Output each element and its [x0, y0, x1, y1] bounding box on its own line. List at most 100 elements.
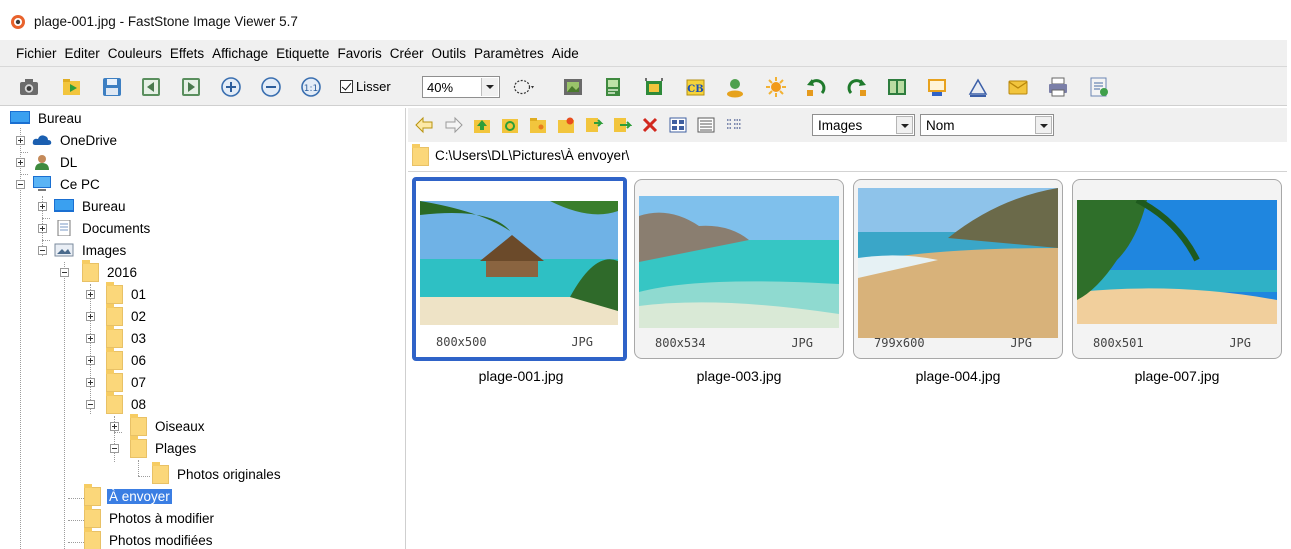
- tree-item-oiseaux[interactable]: Oiseaux: [110, 413, 207, 436]
- print-icon[interactable]: [1047, 76, 1069, 98]
- previous-icon[interactable]: [140, 76, 162, 98]
- tree-item-07[interactable]: 07: [86, 369, 148, 392]
- text-icon[interactable]: CB: [684, 76, 706, 98]
- tree-item-06[interactable]: 06: [86, 347, 148, 370]
- collapse-icon[interactable]: [86, 400, 95, 409]
- open-folder-icon[interactable]: [61, 76, 83, 98]
- camera-icon[interactable]: [18, 76, 40, 98]
- path-bar[interactable]: C:\Users\DL\Pictures\À envoyer\: [408, 142, 1287, 172]
- tree-item-ce-pc[interactable]: Ce PC: [16, 174, 102, 194]
- collapse-icon[interactable]: [60, 268, 69, 277]
- zoom-out-icon[interactable]: [260, 76, 282, 98]
- smooth-checkbox-box[interactable]: [340, 80, 353, 93]
- user-icon[interactable]: [724, 76, 746, 98]
- expand-icon[interactable]: [86, 312, 95, 321]
- menu-etiquette[interactable]: Etiquette: [272, 46, 333, 61]
- menu-affichage[interactable]: Affichage: [208, 46, 272, 61]
- thumbnail-filename[interactable]: plage-003.jpg: [634, 368, 844, 384]
- forward-icon[interactable]: [444, 115, 464, 135]
- thumbnail-card[interactable]: 800x501 JPG: [1072, 179, 1282, 359]
- chevron-down-icon[interactable]: [896, 116, 913, 134]
- expand-icon[interactable]: [86, 356, 95, 365]
- menu-parametres[interactable]: Paramètres: [470, 46, 548, 61]
- tree-item-dl[interactable]: DL: [16, 152, 79, 172]
- effects-icon[interactable]: [765, 76, 787, 98]
- tree-item-08[interactable]: 08: [86, 391, 148, 414]
- expand-icon[interactable]: [38, 202, 47, 211]
- tree-item-2016[interactable]: 2016: [60, 259, 139, 282]
- save-icon[interactable]: [101, 76, 123, 98]
- menu-creer[interactable]: Créer: [386, 46, 428, 61]
- menu-outils[interactable]: Outils: [427, 46, 470, 61]
- resize-icon[interactable]: [602, 76, 624, 98]
- collapse-icon[interactable]: [110, 444, 119, 453]
- settings-icon[interactable]: [1088, 76, 1110, 98]
- zoom-in-icon[interactable]: [220, 76, 242, 98]
- collapse-icon[interactable]: [38, 246, 47, 255]
- parent-folder-icon[interactable]: [472, 115, 492, 135]
- filmstrip-icon[interactable]: [562, 76, 584, 98]
- slideshow-icon[interactable]: [926, 76, 948, 98]
- chevron-down-icon[interactable]: [481, 78, 498, 96]
- thumbnail-filename[interactable]: plage-007.jpg: [1072, 368, 1282, 384]
- copy-to-icon[interactable]: [584, 115, 604, 135]
- tree-item-02[interactable]: 02: [86, 303, 148, 326]
- menu-effets[interactable]: Effets: [166, 46, 208, 61]
- refresh-icon[interactable]: [500, 115, 520, 135]
- tree-item-plages[interactable]: Plages: [110, 435, 198, 458]
- back-icon[interactable]: [414, 115, 434, 135]
- tree-item-bureau-pc[interactable]: Bureau: [38, 196, 128, 216]
- folder-star-icon[interactable]: [556, 115, 576, 135]
- thumbnail-card[interactable]: 799x600 JPG: [853, 179, 1063, 359]
- expand-icon[interactable]: [86, 334, 95, 343]
- tree-item-onedrive[interactable]: OneDrive: [16, 130, 119, 150]
- rotate-right-icon[interactable]: [846, 76, 868, 98]
- folder-tree[interactable]: Bureau OneDrive DL Ce PC Bureau Document…: [8, 108, 406, 549]
- thumbnail-card[interactable]: 800x534 JPG: [634, 179, 844, 359]
- view-list-icon[interactable]: [696, 115, 716, 135]
- thumbnail-filename[interactable]: plage-004.jpg: [853, 368, 1063, 384]
- new-folder-icon[interactable]: [528, 115, 548, 135]
- delete-icon[interactable]: [640, 115, 660, 135]
- expand-icon[interactable]: [86, 378, 95, 387]
- next-icon[interactable]: [180, 76, 202, 98]
- compare-icon[interactable]: [886, 76, 908, 98]
- path-value[interactable]: C:\Users\DL\Pictures\À envoyer\: [435, 148, 629, 163]
- select-ellipse-icon[interactable]: [512, 76, 534, 98]
- tree-item-a-envoyer[interactable]: À envoyer: [84, 483, 172, 506]
- tree-item-bureau[interactable]: Bureau: [10, 108, 84, 128]
- menu-editer[interactable]: Editer: [61, 46, 104, 61]
- menu-fichier[interactable]: Fichier: [12, 46, 61, 61]
- view-thumbnails-icon[interactable]: [668, 115, 688, 135]
- tree-item-photos-a-modifier[interactable]: Photos à modifier: [84, 505, 216, 528]
- collapse-icon[interactable]: [16, 180, 25, 189]
- email-icon[interactable]: [1007, 76, 1029, 98]
- file-filter-select[interactable]: Images: [812, 114, 915, 136]
- tree-item-images[interactable]: Images: [38, 240, 128, 260]
- tree-item-documents[interactable]: Documents: [38, 218, 152, 238]
- draw-icon[interactable]: [967, 76, 989, 98]
- tree-item-photos-originales[interactable]: Photos originales: [152, 461, 283, 484]
- thumbnail-filename[interactable]: plage-001.jpg: [416, 368, 626, 384]
- expand-icon[interactable]: [16, 158, 25, 167]
- zoom-select[interactable]: 40%: [422, 76, 500, 98]
- tree-item-01[interactable]: 01: [86, 281, 148, 304]
- tree-item-03[interactable]: 03: [86, 325, 148, 348]
- actual-size-icon[interactable]: 1:1: [300, 76, 322, 98]
- chevron-down-icon[interactable]: [1035, 116, 1052, 134]
- menu-aide[interactable]: Aide: [548, 46, 583, 61]
- menu-couleurs[interactable]: Couleurs: [104, 46, 166, 61]
- sort-select[interactable]: Nom: [920, 114, 1054, 136]
- expand-icon[interactable]: [38, 224, 47, 233]
- crop-icon[interactable]: [643, 76, 665, 98]
- view-details-icon[interactable]: [724, 115, 744, 135]
- thumbnail-card[interactable]: 800x500 JPG: [412, 177, 627, 361]
- menu-favoris[interactable]: Favoris: [333, 46, 385, 61]
- expand-icon[interactable]: [16, 136, 25, 145]
- tree-item-photos-modifiees[interactable]: Photos modifiées: [84, 527, 215, 549]
- smooth-checkbox[interactable]: Lisser: [340, 79, 391, 94]
- move-to-icon[interactable]: [612, 115, 632, 135]
- expand-icon[interactable]: [86, 290, 95, 299]
- rotate-left-icon[interactable]: [805, 76, 827, 98]
- expand-icon[interactable]: [110, 422, 119, 431]
